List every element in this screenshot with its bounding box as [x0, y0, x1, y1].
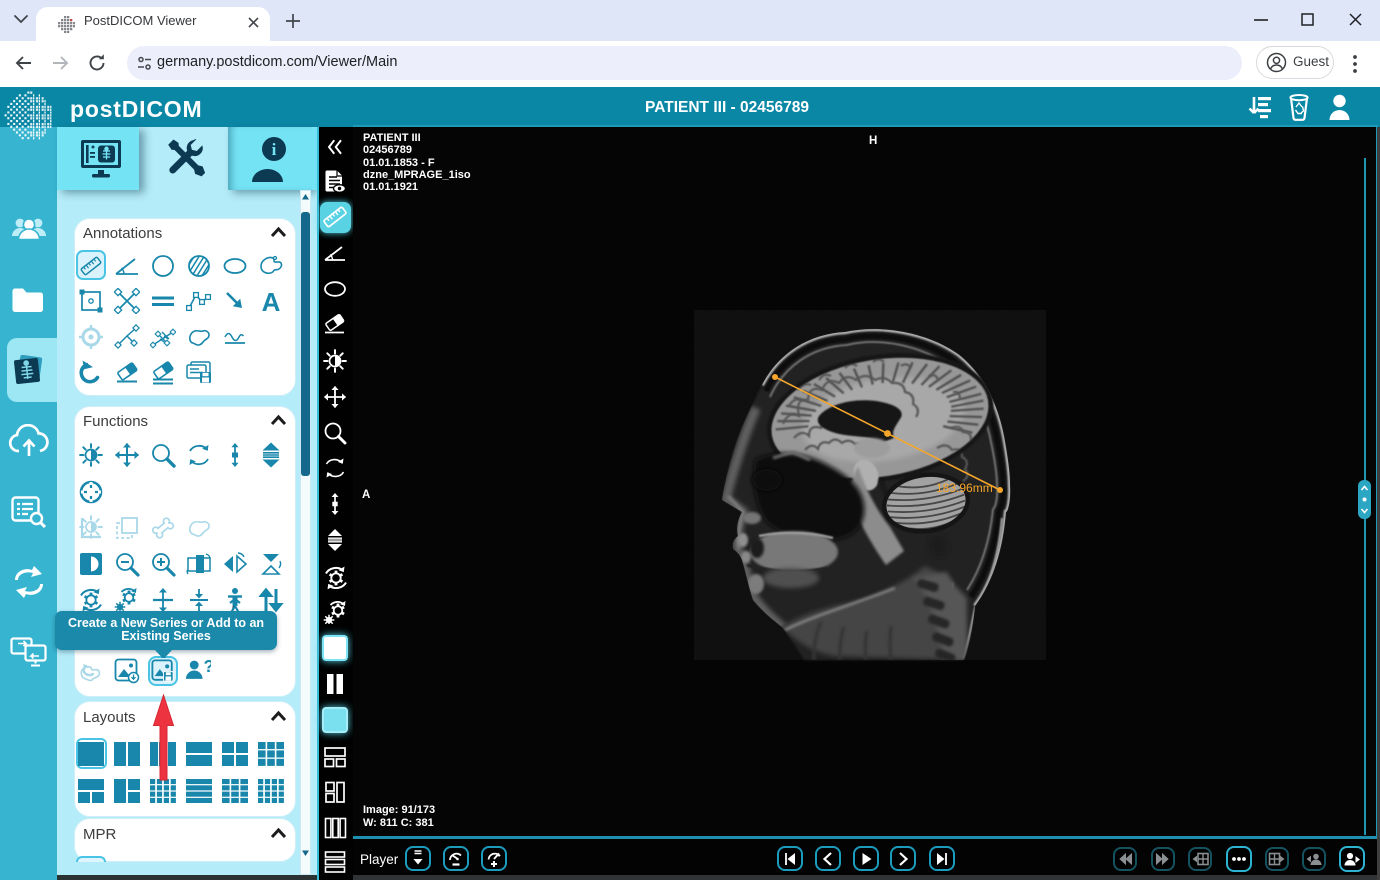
- svg-text:i: i: [272, 140, 277, 159]
- svg-text:?: ?: [203, 659, 211, 676]
- svg-text:183.96mm: 183.96mm: [936, 481, 993, 495]
